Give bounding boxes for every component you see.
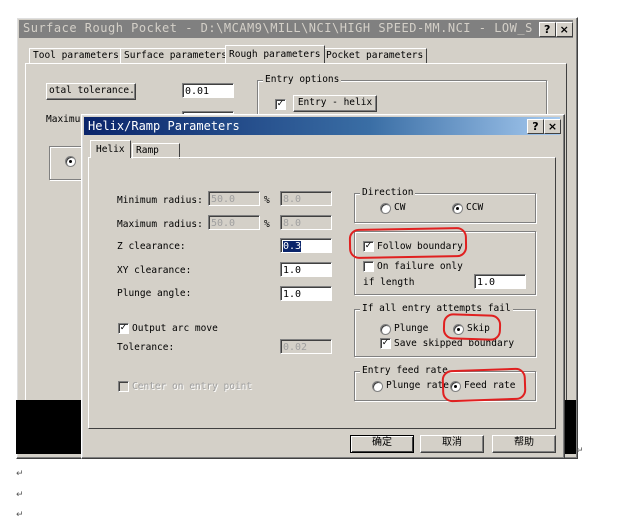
max-radius-label: Maximum radius: (117, 219, 203, 230)
xy-clearance-label: XY clearance: (117, 265, 192, 276)
output-arc-move-checkbox[interactable]: ✓ (118, 323, 129, 334)
left-option-radio[interactable] (65, 156, 76, 167)
feed-plunge-rate-radio[interactable] (372, 381, 383, 392)
total-tolerance-label: otal tolerance... (49, 85, 135, 96)
entry-feed-label: Entry feed rate (360, 365, 450, 376)
on-failure-only-checkbox[interactable] (363, 261, 374, 272)
tolerance-label: Tolerance: (117, 342, 175, 353)
entry-options-label: Entry options (263, 74, 342, 85)
if-length-input[interactable]: 1.0 (474, 274, 526, 289)
direction-label: Direction (360, 187, 416, 198)
feed-plunge-rate-label: Plunge rate (386, 380, 449, 391)
dialog-help-button[interactable]: ? (527, 119, 544, 134)
tab-helix[interactable]: Helix (90, 140, 131, 158)
z-clearance-label: Z clearance: (117, 241, 186, 252)
entry-helix-checkbox[interactable]: ✓ (275, 99, 286, 110)
annotation-follow-boundary (348, 226, 468, 260)
plunge-angle-input[interactable]: 1.0 (280, 286, 332, 301)
helix-ramp-dialog: Helix/Ramp Parameters ? × Helix Ramp Min… (81, 114, 565, 459)
dark-background-band (16, 400, 82, 454)
max-radius-unit: % (264, 219, 270, 230)
xy-clearance-input[interactable]: 1.0 (280, 262, 332, 277)
tolerance-input[interactable]: 0.02 (280, 339, 332, 354)
doc-return-mark-1: ↵ (576, 446, 584, 456)
cancel-button[interactable]: 取消 (420, 435, 484, 453)
maximum-label: Maximu (46, 114, 81, 125)
dialog-title: Helix/Ramp Parameters (88, 119, 240, 133)
fail-plunge-label: Plunge (394, 323, 429, 334)
center-on-entry-checkbox[interactable] (118, 381, 129, 392)
entry-helix-button[interactable]: Entry - helix (293, 95, 377, 112)
direction-ccw-radio[interactable] (452, 203, 463, 214)
back-window-title: Surface Rough Pocket - D:\MCAM9\MILL\NCI… (23, 21, 533, 35)
min-radius-mm-input[interactable]: 8.0 (280, 191, 332, 206)
entry-helix-label: Entry - helix (297, 97, 373, 108)
fail-plunge-radio[interactable] (380, 324, 391, 335)
on-failure-only-label: On failure only (377, 261, 463, 272)
cancel-label: 取消 (442, 437, 462, 448)
min-radius-unit: % (264, 195, 270, 206)
z-clearance-value: 0.3 (283, 241, 302, 252)
direction-cw-label: CW (394, 202, 406, 213)
z-clearance-input[interactable]: 0.3 (280, 238, 332, 253)
dialog-titlebar[interactable]: Helix/Ramp Parameters ? × (84, 117, 561, 135)
back-help-button[interactable]: ? (539, 22, 556, 37)
help-button[interactable]: 帮助 (492, 435, 556, 453)
back-window-titlebar[interactable]: Surface Rough Pocket - D:\MCAM9\MILL\NCI… (19, 20, 573, 38)
center-on-entry-label: Center on entry point (132, 381, 253, 392)
output-arc-move-label: Output arc move (132, 323, 218, 334)
ok-button[interactable]: 确定 (350, 435, 414, 453)
total-tolerance-input[interactable]: 0.01 (182, 83, 234, 98)
max-radius-mm-input[interactable]: 8.0 (280, 215, 332, 230)
entry-fail-label: If all entry attempts fail (360, 303, 513, 314)
annotation-skip (442, 312, 502, 342)
if-length-label: if length (363, 277, 415, 288)
tab-surface-parameters[interactable]: Surface parameters (120, 48, 231, 64)
save-skipped-checkbox[interactable]: ✓ (380, 338, 391, 349)
max-radius-input[interactable]: 50.0 (208, 215, 260, 230)
total-tolerance-button[interactable]: otal tolerance... (46, 83, 136, 100)
dialog-close-button[interactable]: × (544, 119, 561, 134)
min-radius-label: Minimum radius: (117, 195, 203, 206)
doc-return-mark-3: ↵ (16, 490, 24, 500)
doc-return-mark-2: ↵ (16, 469, 24, 479)
ok-label: 确定 (372, 437, 392, 448)
tab-rough-parameters[interactable]: Rough parameters (225, 45, 325, 63)
tab-tool-parameters[interactable]: Tool parameters (29, 48, 123, 64)
direction-ccw-label: CCW (466, 202, 484, 213)
direction-cw-radio[interactable] (380, 203, 391, 214)
min-radius-input[interactable]: 50.0 (208, 191, 260, 206)
annotation-feed-rate (441, 367, 527, 403)
tab-pocket-parameters[interactable]: Pocket parameters (322, 48, 428, 64)
back-close-button[interactable]: × (556, 22, 573, 37)
plunge-angle-label: Plunge angle: (117, 288, 192, 299)
help-label: 帮助 (514, 437, 534, 448)
save-skipped-label: Save skipped boundary (394, 338, 515, 349)
